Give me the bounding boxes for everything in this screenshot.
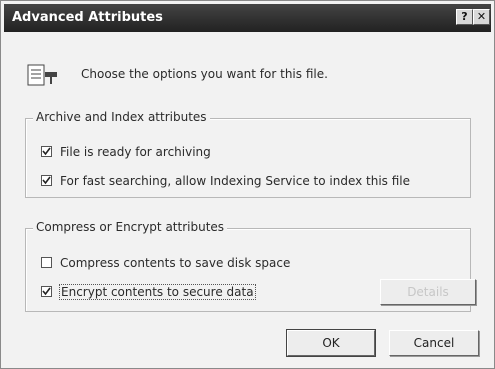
index-option[interactable]: For fast searching, allow Indexing Servi… <box>41 174 410 188</box>
ok-button[interactable]: OK <box>286 329 376 357</box>
close-button[interactable]: ✕ <box>473 9 490 25</box>
details-button[interactable]: Details <box>380 279 476 305</box>
dialog-title: Advanced Attributes <box>12 10 163 25</box>
archive-index-legend: Archive and Index attributes <box>33 110 210 124</box>
archive-checkbox[interactable] <box>41 146 52 157</box>
advanced-attributes-dialog: Advanced Attributes ? ✕ Choose the optio… <box>0 0 495 369</box>
archive-option[interactable]: File is ready for archiving <box>41 145 211 159</box>
title-bar[interactable]: Advanced Attributes ? ✕ <box>4 4 491 32</box>
index-checkbox[interactable] <box>41 175 52 186</box>
archive-label: File is ready for archiving <box>60 145 211 159</box>
encrypt-option[interactable]: Encrypt contents to secure data <box>41 284 256 300</box>
encrypt-label: Encrypt contents to secure data <box>59 284 256 300</box>
file-properties-icon <box>27 64 61 91</box>
compress-checkbox[interactable] <box>41 257 52 268</box>
compress-encrypt-legend: Compress or Encrypt attributes <box>33 220 228 234</box>
index-label: For fast searching, allow Indexing Servi… <box>60 174 411 188</box>
header-instruction: Choose the options you want for this fil… <box>81 67 328 81</box>
help-button[interactable]: ? <box>456 9 473 25</box>
compress-option[interactable]: Compress contents to save disk space <box>41 256 290 270</box>
cancel-button[interactable]: Cancel <box>389 330 479 356</box>
compress-label: Compress contents to save disk space <box>60 256 291 270</box>
encrypt-checkbox[interactable] <box>41 286 52 297</box>
